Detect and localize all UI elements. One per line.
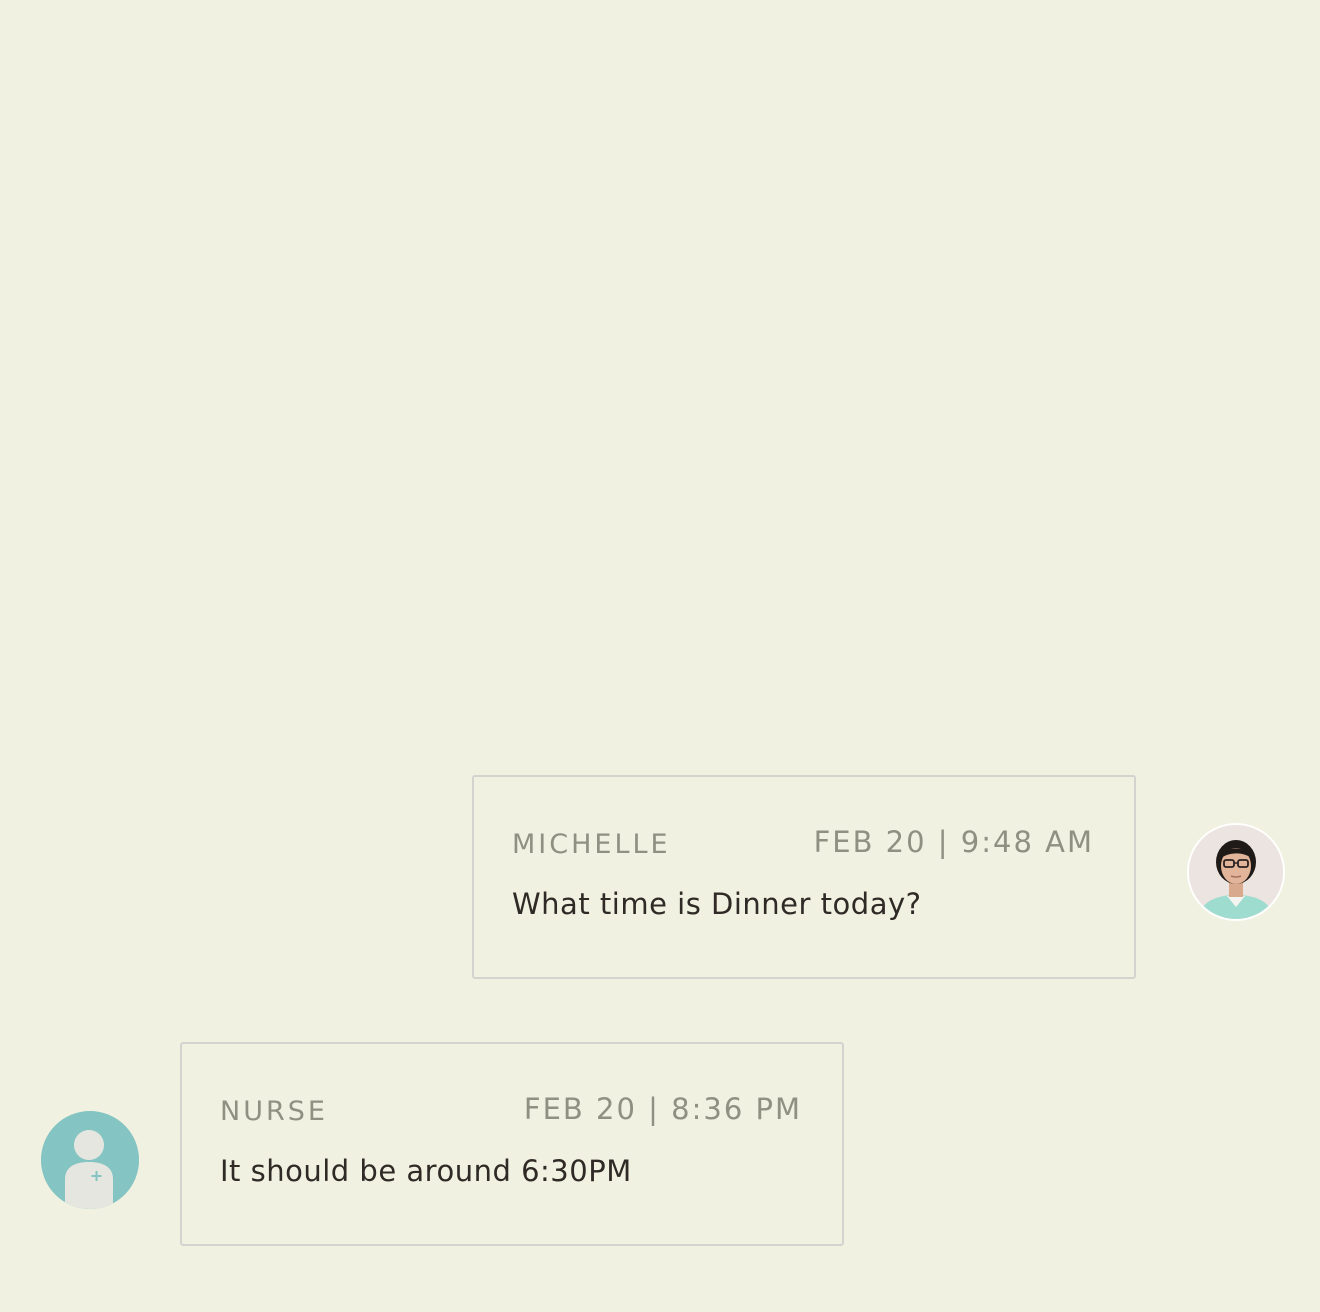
- message-bubble-michelle: MICHELLE FEB 20 | 9:48 AM What time is D…: [472, 775, 1136, 979]
- message-text: What time is Dinner today?: [512, 887, 922, 921]
- message-timestamp: FEB 20 | 9:48 AM: [813, 825, 1094, 859]
- user-photo-avatar[interactable]: [1187, 823, 1285, 921]
- message-sender: NURSE: [220, 1096, 328, 1127]
- message-sender: MICHELLE: [512, 829, 671, 860]
- message-text: It should be around 6:30PM: [220, 1154, 632, 1188]
- nurse-avatar-icon: [41, 1111, 139, 1209]
- message-timestamp: FEB 20 | 8:36 PM: [523, 1092, 802, 1126]
- nurse-avatar[interactable]: [41, 1111, 139, 1209]
- person-photo-icon: [1189, 825, 1283, 919]
- message-bubble-nurse: NURSE FEB 20 | 8:36 PM It should be arou…: [180, 1042, 844, 1246]
